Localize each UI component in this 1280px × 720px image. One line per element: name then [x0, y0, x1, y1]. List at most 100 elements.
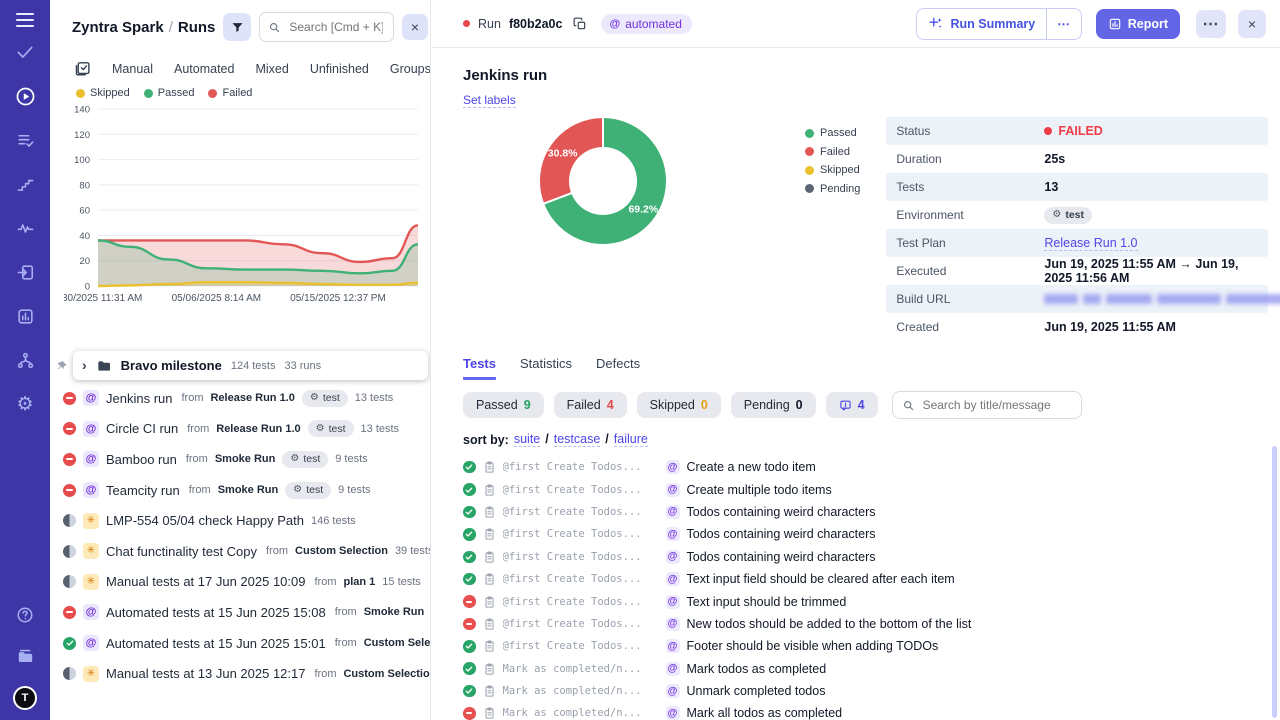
- list-check-icon[interactable]: [14, 129, 36, 151]
- run-plan-name[interactable]: Smoke Run: [364, 606, 425, 618]
- set-labels-link[interactable]: Set labels: [463, 93, 516, 108]
- milestone-card[interactable]: › Bravo milestone 124 tests 33 runs: [73, 351, 428, 380]
- run-list-item[interactable]: @Circle CI runfromRelease Run 1.0⚙test13…: [50, 414, 430, 445]
- project-name[interactable]: Zyntra Spark: [72, 19, 164, 36]
- help-icon[interactable]: [14, 604, 36, 626]
- test-list-item[interactable]: Mark as completed/n...@Mark all todos as…: [463, 702, 1268, 720]
- test-list-item[interactable]: @first Create Todos...@Text input field …: [463, 568, 1268, 590]
- steps-icon[interactable]: [14, 173, 36, 195]
- run-list-item[interactable]: @Bamboo runfromSmoke Run⚙test9 tests: [50, 444, 430, 475]
- filter-label: Skipped: [650, 398, 695, 412]
- legend-dot: [144, 89, 153, 98]
- run-list-item[interactable]: ✳Manual tests at 13 Jun 2025 12:17fromCu…: [50, 658, 430, 689]
- app-logo[interactable]: T: [13, 686, 37, 710]
- test-list-item[interactable]: @first Create Todos...@Todos containing …: [463, 546, 1268, 568]
- run-list-item[interactable]: @Automated tests at 15 Jun 2025 15:08fro…: [50, 597, 430, 628]
- automated-run-icon: @: [83, 604, 99, 620]
- run-list-item[interactable]: ✳Chat functinality test CopyfromCustom S…: [50, 536, 430, 567]
- report-button[interactable]: Report: [1096, 9, 1180, 39]
- run-list-item[interactable]: ✳Manual tests at 17 Jun 2025 10:09frompl…: [50, 567, 430, 598]
- passed-status-icon: [463, 573, 476, 586]
- play-circle-icon[interactable]: [14, 85, 36, 107]
- tests-search[interactable]: [892, 391, 1082, 419]
- scrollbar-thumb[interactable]: [1272, 446, 1277, 718]
- failed-status-icon: [463, 707, 476, 720]
- copy-icon[interactable]: [573, 17, 587, 31]
- projects-icon[interactable]: [14, 645, 36, 667]
- pulse-icon[interactable]: [14, 217, 36, 239]
- automated-badge[interactable]: @ automated: [601, 14, 691, 34]
- runs-search-input[interactable]: [287, 19, 385, 35]
- automated-test-icon: @: [666, 460, 680, 474]
- filter-passed-button[interactable]: Passed9: [463, 392, 544, 418]
- passed-status-icon: [63, 637, 76, 650]
- legend-dot: [805, 147, 814, 156]
- run-plan-name[interactable]: Release Run 1.0: [216, 423, 300, 435]
- tab-mixed[interactable]: Mixed: [255, 62, 288, 76]
- filter-failed-button[interactable]: Failed4: [554, 392, 627, 418]
- tab-defects[interactable]: Defects: [596, 356, 640, 380]
- test-list-item[interactable]: @first Create Todos...@Todos containing …: [463, 523, 1268, 545]
- test-suite-name: Mark as completed/n...: [503, 685, 659, 697]
- run-close-button[interactable]: ×: [1238, 10, 1266, 38]
- run-plan-name[interactable]: Custom Selection: [343, 668, 430, 680]
- test-list-item[interactable]: Mark as completed/n...@Mark todos as com…: [463, 658, 1268, 680]
- panel-close-button[interactable]: ×: [402, 14, 428, 40]
- run-summary-more-button[interactable]: ⋯: [1046, 9, 1081, 39]
- tab-unfinished[interactable]: Unfinished: [310, 62, 369, 76]
- tab-statistics[interactable]: Statistics: [520, 356, 572, 380]
- test-list-item[interactable]: @first Create Todos...@Text input should…: [463, 590, 1268, 612]
- test-suite-name: @first Create Todos...: [503, 573, 659, 585]
- milestone-runs-count: 33 runs: [284, 360, 321, 372]
- sort-by-suite[interactable]: suite: [514, 432, 540, 447]
- tab-automated[interactable]: Automated: [174, 62, 234, 76]
- report-icon[interactable]: [14, 305, 36, 327]
- more-options-button[interactable]: ⋯: [1196, 10, 1226, 38]
- gear-icon: ⚙: [316, 424, 325, 434]
- tests-search-input[interactable]: [921, 397, 1072, 413]
- check-icon[interactable]: [14, 41, 36, 63]
- test-list-item[interactable]: Mark as completed/n...@Unmark completed …: [463, 680, 1268, 702]
- run-plan-name[interactable]: Custom Selection: [364, 637, 430, 649]
- chevron-right-icon[interactable]: ›: [82, 357, 87, 373]
- svg-text:120: 120: [74, 130, 90, 141]
- run-plan-name[interactable]: Smoke Run: [218, 484, 279, 496]
- test-list-item[interactable]: @first Create Todos...@Todos containing …: [463, 501, 1268, 523]
- run-tests-count: 9 tests: [338, 484, 370, 496]
- test-plan-link[interactable]: Release Run 1.0: [1044, 236, 1137, 251]
- milestone-row[interactable]: › Bravo milestone 124 tests 33 runs: [56, 350, 428, 381]
- detail-label: Tests: [886, 180, 1044, 194]
- import-icon[interactable]: [14, 261, 36, 283]
- test-list-item[interactable]: @first Create Todos...@Create a new todo…: [463, 456, 1268, 478]
- gear-icon[interactable]: ⚙: [14, 393, 36, 415]
- comments-filter-button[interactable]: 4: [826, 392, 878, 418]
- run-list-item[interactable]: @Jenkins runfromRelease Run 1.0⚙test13 t…: [50, 383, 430, 414]
- run-plan-name[interactable]: Custom Selection: [295, 545, 388, 557]
- run-plan-name[interactable]: Release Run 1.0: [210, 392, 294, 404]
- menu-icon[interactable]: [16, 13, 34, 27]
- test-list-item[interactable]: @first Create Todos...@New todos should …: [463, 613, 1268, 635]
- run-plan-name[interactable]: plan 1: [343, 576, 375, 588]
- run-list-item[interactable]: @Automated tests at 15 Jun 2025 15:01fro…: [50, 628, 430, 659]
- select-runs-icon[interactable]: [74, 60, 91, 77]
- filter-skipped-button[interactable]: Skipped0: [637, 392, 721, 418]
- milestone-name: Bravo milestone: [121, 358, 222, 373]
- clipboard-icon: [483, 572, 496, 586]
- run-summary-button[interactable]: Run Summary: [917, 9, 1046, 39]
- run-plan-name[interactable]: Smoke Run: [215, 453, 276, 465]
- filter-button[interactable]: [223, 13, 251, 41]
- sort-by-failure[interactable]: failure: [614, 432, 648, 447]
- detail-label: Duration: [886, 152, 1044, 166]
- runs-search[interactable]: [259, 12, 394, 42]
- tab-manual[interactable]: Manual: [112, 62, 153, 76]
- run-list-item[interactable]: @Teamcity runfromSmoke Run⚙test9 tests: [50, 475, 430, 506]
- tab-tests[interactable]: Tests: [463, 356, 496, 380]
- status-dot: [1044, 127, 1052, 135]
- test-list-item[interactable]: @first Create Todos...@Create multiple t…: [463, 478, 1268, 500]
- tab-groups[interactable]: Groups: [390, 62, 431, 76]
- test-list-item[interactable]: @first Create Todos...@Footer should be …: [463, 635, 1268, 657]
- run-list-item[interactable]: ✳LMP-554 05/04 check Happy Path146 tests: [50, 505, 430, 536]
- branch-icon[interactable]: [14, 349, 36, 371]
- filter-pending-button[interactable]: Pending0: [731, 392, 816, 418]
- sort-by-testcase[interactable]: testcase: [554, 432, 601, 447]
